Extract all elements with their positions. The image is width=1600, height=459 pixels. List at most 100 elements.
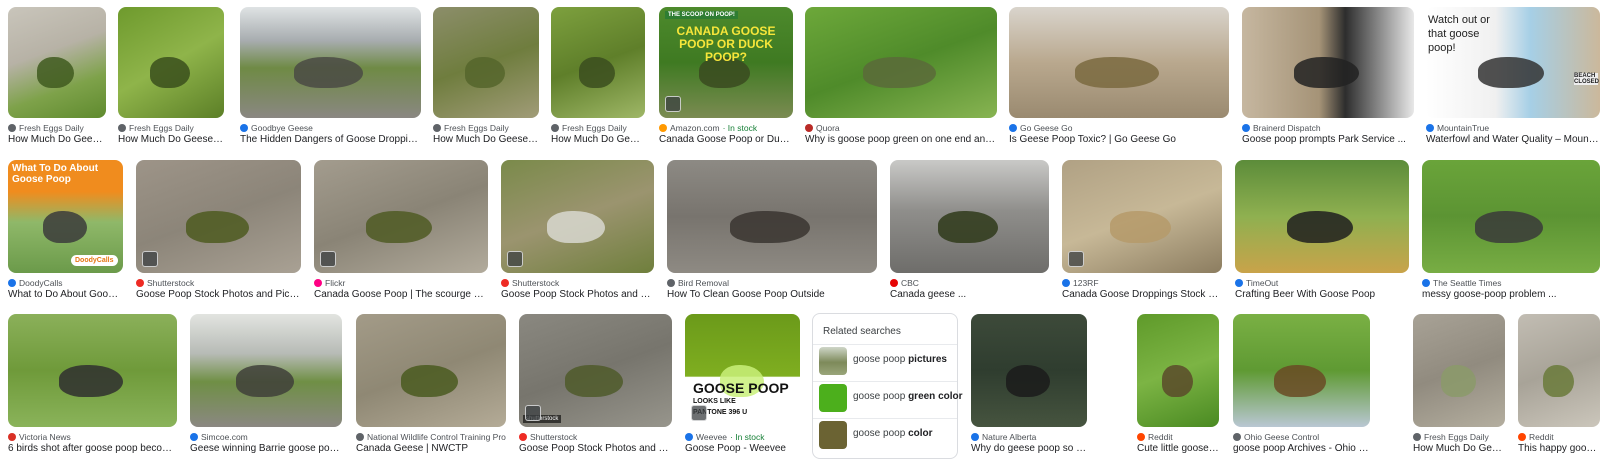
image-result[interactable]: THE SCOOP ON POOP! CANADA GOOSE POOP OR D…: [659, 7, 793, 150]
image-result[interactable]: Fresh Eggs Daily How Much Do Geese A...: [433, 7, 539, 150]
result-title[interactable]: Waterfowl and Water Quality – MountainTr…: [1426, 134, 1600, 147]
result-title[interactable]: Canada geese ...: [890, 289, 1049, 302]
result-source[interactable]: DoodyCalls: [8, 277, 123, 289]
result-thumbnail[interactable]: [890, 160, 1049, 273]
result-title[interactable]: What to Do About Goose ...: [8, 289, 123, 302]
image-result[interactable]: Ohio Geese Control goose poop Archives - …: [1233, 314, 1370, 459]
result-source[interactable]: Nature Alberta: [971, 431, 1087, 443]
result-thumbnail[interactable]: [501, 160, 654, 273]
image-result[interactable]: Flickr Canada Goose Poop | The scourge of…: [314, 160, 488, 305]
image-result[interactable]: TimeOut Crafting Beer With Goose Poop: [1235, 160, 1409, 305]
result-title[interactable]: How Much Do Geese A...: [118, 134, 224, 147]
result-thumbnail[interactable]: Watch out or that goose poop! BEACH CLOSE…: [1426, 7, 1600, 118]
image-result[interactable]: Simcoe.com Geese winning Barrie goose poo…: [190, 314, 342, 459]
result-source[interactable]: Reddit: [1137, 431, 1219, 443]
result-thumbnail[interactable]: [1062, 160, 1222, 273]
result-thumbnail[interactable]: [240, 7, 421, 118]
result-source[interactable]: Shutterstock: [501, 277, 654, 289]
result-source[interactable]: Amazon.com · In stock: [659, 122, 793, 134]
result-source[interactable]: Fresh Eggs Daily: [1413, 431, 1505, 443]
result-title[interactable]: Canada Goose Poop or Duck ...: [659, 134, 793, 147]
result-title[interactable]: Crafting Beer With Goose Poop: [1235, 289, 1409, 302]
result-source[interactable]: Bird Removal: [667, 277, 877, 289]
result-title[interactable]: Goose poop prompts Park Service ...: [1242, 134, 1414, 147]
result-title[interactable]: Goose Poop Stock Photos and Pictur...: [136, 289, 301, 302]
result-source[interactable]: Ohio Geese Control: [1233, 431, 1370, 443]
image-result[interactable]: Fresh Eggs Daily How Much Do Gees...: [551, 7, 645, 150]
image-result[interactable]: Brainerd Dispatch Goose poop prompts Park…: [1242, 7, 1414, 150]
result-thumbnail[interactable]: [1233, 314, 1370, 427]
result-thumbnail[interactable]: [8, 314, 177, 427]
result-thumbnail[interactable]: [551, 7, 645, 118]
result-title[interactable]: 6 birds shot after goose poop become...: [8, 443, 177, 456]
result-thumbnail[interactable]: [8, 7, 106, 118]
result-title[interactable]: This happy goose po...: [1518, 443, 1600, 456]
result-source[interactable]: The Seattle Times: [1422, 277, 1600, 289]
image-result[interactable]: Go Geese Go Is Geese Poop Toxic? | Go Gee…: [1009, 7, 1229, 150]
result-source[interactable]: Shutterstock: [519, 431, 672, 443]
result-thumbnail[interactable]: [667, 160, 877, 273]
image-result[interactable]: GOOSE POOP LOOKS LIKE PANTONE 396 U Weevee …: [685, 314, 800, 459]
result-thumbnail[interactable]: [118, 7, 224, 118]
image-result[interactable]: RedditThis happy goose po...: [1518, 314, 1600, 459]
result-thumbnail[interactable]: [805, 7, 997, 118]
image-result[interactable]: RedditCute little goose po...: [1137, 314, 1219, 459]
result-title[interactable]: The Hidden Dangers of Goose Droppings ..…: [240, 134, 421, 147]
result-title[interactable]: Goose Poop Stock Photos and Pict...: [519, 443, 672, 456]
result-source[interactable]: Quora: [805, 122, 997, 134]
result-title[interactable]: How To Clean Goose Poop Outside: [667, 289, 877, 302]
result-source[interactable]: Reddit: [1518, 431, 1600, 443]
image-result[interactable]: Fresh Eggs Daily How Much Do Gees...: [1413, 314, 1505, 459]
result-source[interactable]: Shutterstock: [136, 277, 301, 289]
image-result[interactable]: Nature AlbertaWhy do geese poop so much?…: [971, 314, 1087, 459]
result-thumbnail[interactable]: [314, 160, 488, 273]
image-result[interactable]: Fresh Eggs Daily How Much Do Geese ...: [8, 7, 106, 150]
result-title[interactable]: How Much Do Gees...: [1413, 443, 1505, 456]
result-source[interactable]: Brainerd Dispatch: [1242, 122, 1414, 134]
result-source[interactable]: Goodbye Geese: [240, 122, 421, 134]
image-result[interactable]: Watch out or that goose poop! BEACH CLOSE…: [1426, 7, 1600, 150]
image-result[interactable]: shutterstock Shutterstock Goose Poop Stock…: [519, 314, 672, 459]
image-result[interactable]: Quora Why is goose poop green on one end …: [805, 7, 997, 150]
result-title[interactable]: Is Geese Poop Toxic? | Go Geese Go: [1009, 134, 1229, 147]
related-search-pictures[interactable]: goose poop pictures: [813, 344, 957, 378]
result-thumbnail[interactable]: [1009, 7, 1229, 118]
result-title[interactable]: Canada Geese | NWCTP: [356, 443, 506, 456]
result-thumbnail[interactable]: [190, 314, 342, 427]
result-thumbnail[interactable]: [433, 7, 539, 118]
result-title[interactable]: Goose Poop Stock Photos and Pict...: [501, 289, 654, 302]
result-title[interactable]: messy goose-poop problem ...: [1422, 289, 1600, 302]
image-result[interactable]: Shutterstock Goose Poop Stock Photos and …: [501, 160, 654, 305]
image-result[interactable]: National Wildlife Control Training Pro..…: [356, 314, 506, 459]
image-result[interactable]: Victoria News 6 birds shot after goose po…: [8, 314, 177, 459]
result-thumbnail[interactable]: shutterstock: [519, 314, 672, 427]
result-source[interactable]: Flickr: [314, 277, 488, 289]
result-source[interactable]: Fresh Eggs Daily: [8, 122, 106, 134]
image-result[interactable]: The Seattle Times messy goose-poop proble…: [1422, 160, 1600, 305]
result-source[interactable]: Victoria News: [8, 431, 177, 443]
result-source[interactable]: Weevee · In stock: [685, 431, 800, 443]
image-result[interactable]: Bird Removal How To Clean Goose Poop Outs…: [667, 160, 877, 305]
result-source[interactable]: Fresh Eggs Daily: [118, 122, 224, 134]
result-thumbnail[interactable]: [971, 314, 1087, 427]
result-title[interactable]: Canada Goose Poop | The scourge of ...: [314, 289, 488, 302]
result-source[interactable]: 123RF: [1062, 277, 1222, 289]
result-source[interactable]: TimeOut: [1235, 277, 1409, 289]
result-source[interactable]: Fresh Eggs Daily: [551, 122, 645, 134]
image-result[interactable]: Goodbye Geese The Hidden Dangers of Goose…: [240, 7, 421, 150]
result-title[interactable]: How Much Do Geese A...: [433, 134, 539, 147]
result-thumbnail[interactable]: [1413, 314, 1505, 427]
result-source[interactable]: National Wildlife Control Training Pro..…: [356, 431, 506, 443]
image-result[interactable]: CBC Canada geese ...: [890, 160, 1049, 305]
image-result[interactable]: 123RF Canada Goose Droppings Stock Pho...: [1062, 160, 1222, 305]
result-thumbnail[interactable]: [136, 160, 301, 273]
result-source[interactable]: Fresh Eggs Daily: [433, 122, 539, 134]
result-title[interactable]: Cute little goose po...: [1137, 443, 1219, 456]
result-thumbnail[interactable]: [1422, 160, 1600, 273]
image-result[interactable]: Shutterstock Goose Poop Stock Photos and …: [136, 160, 301, 305]
result-thumbnail[interactable]: GOOSE POOP LOOKS LIKE PANTONE 396 U: [685, 314, 800, 427]
result-thumbnail[interactable]: [1518, 314, 1600, 427]
result-source[interactable]: Simcoe.com: [190, 431, 342, 443]
result-title[interactable]: Geese winning Barrie goose poop ...: [190, 443, 342, 456]
result-title[interactable]: Canada Goose Droppings Stock Pho...: [1062, 289, 1222, 302]
